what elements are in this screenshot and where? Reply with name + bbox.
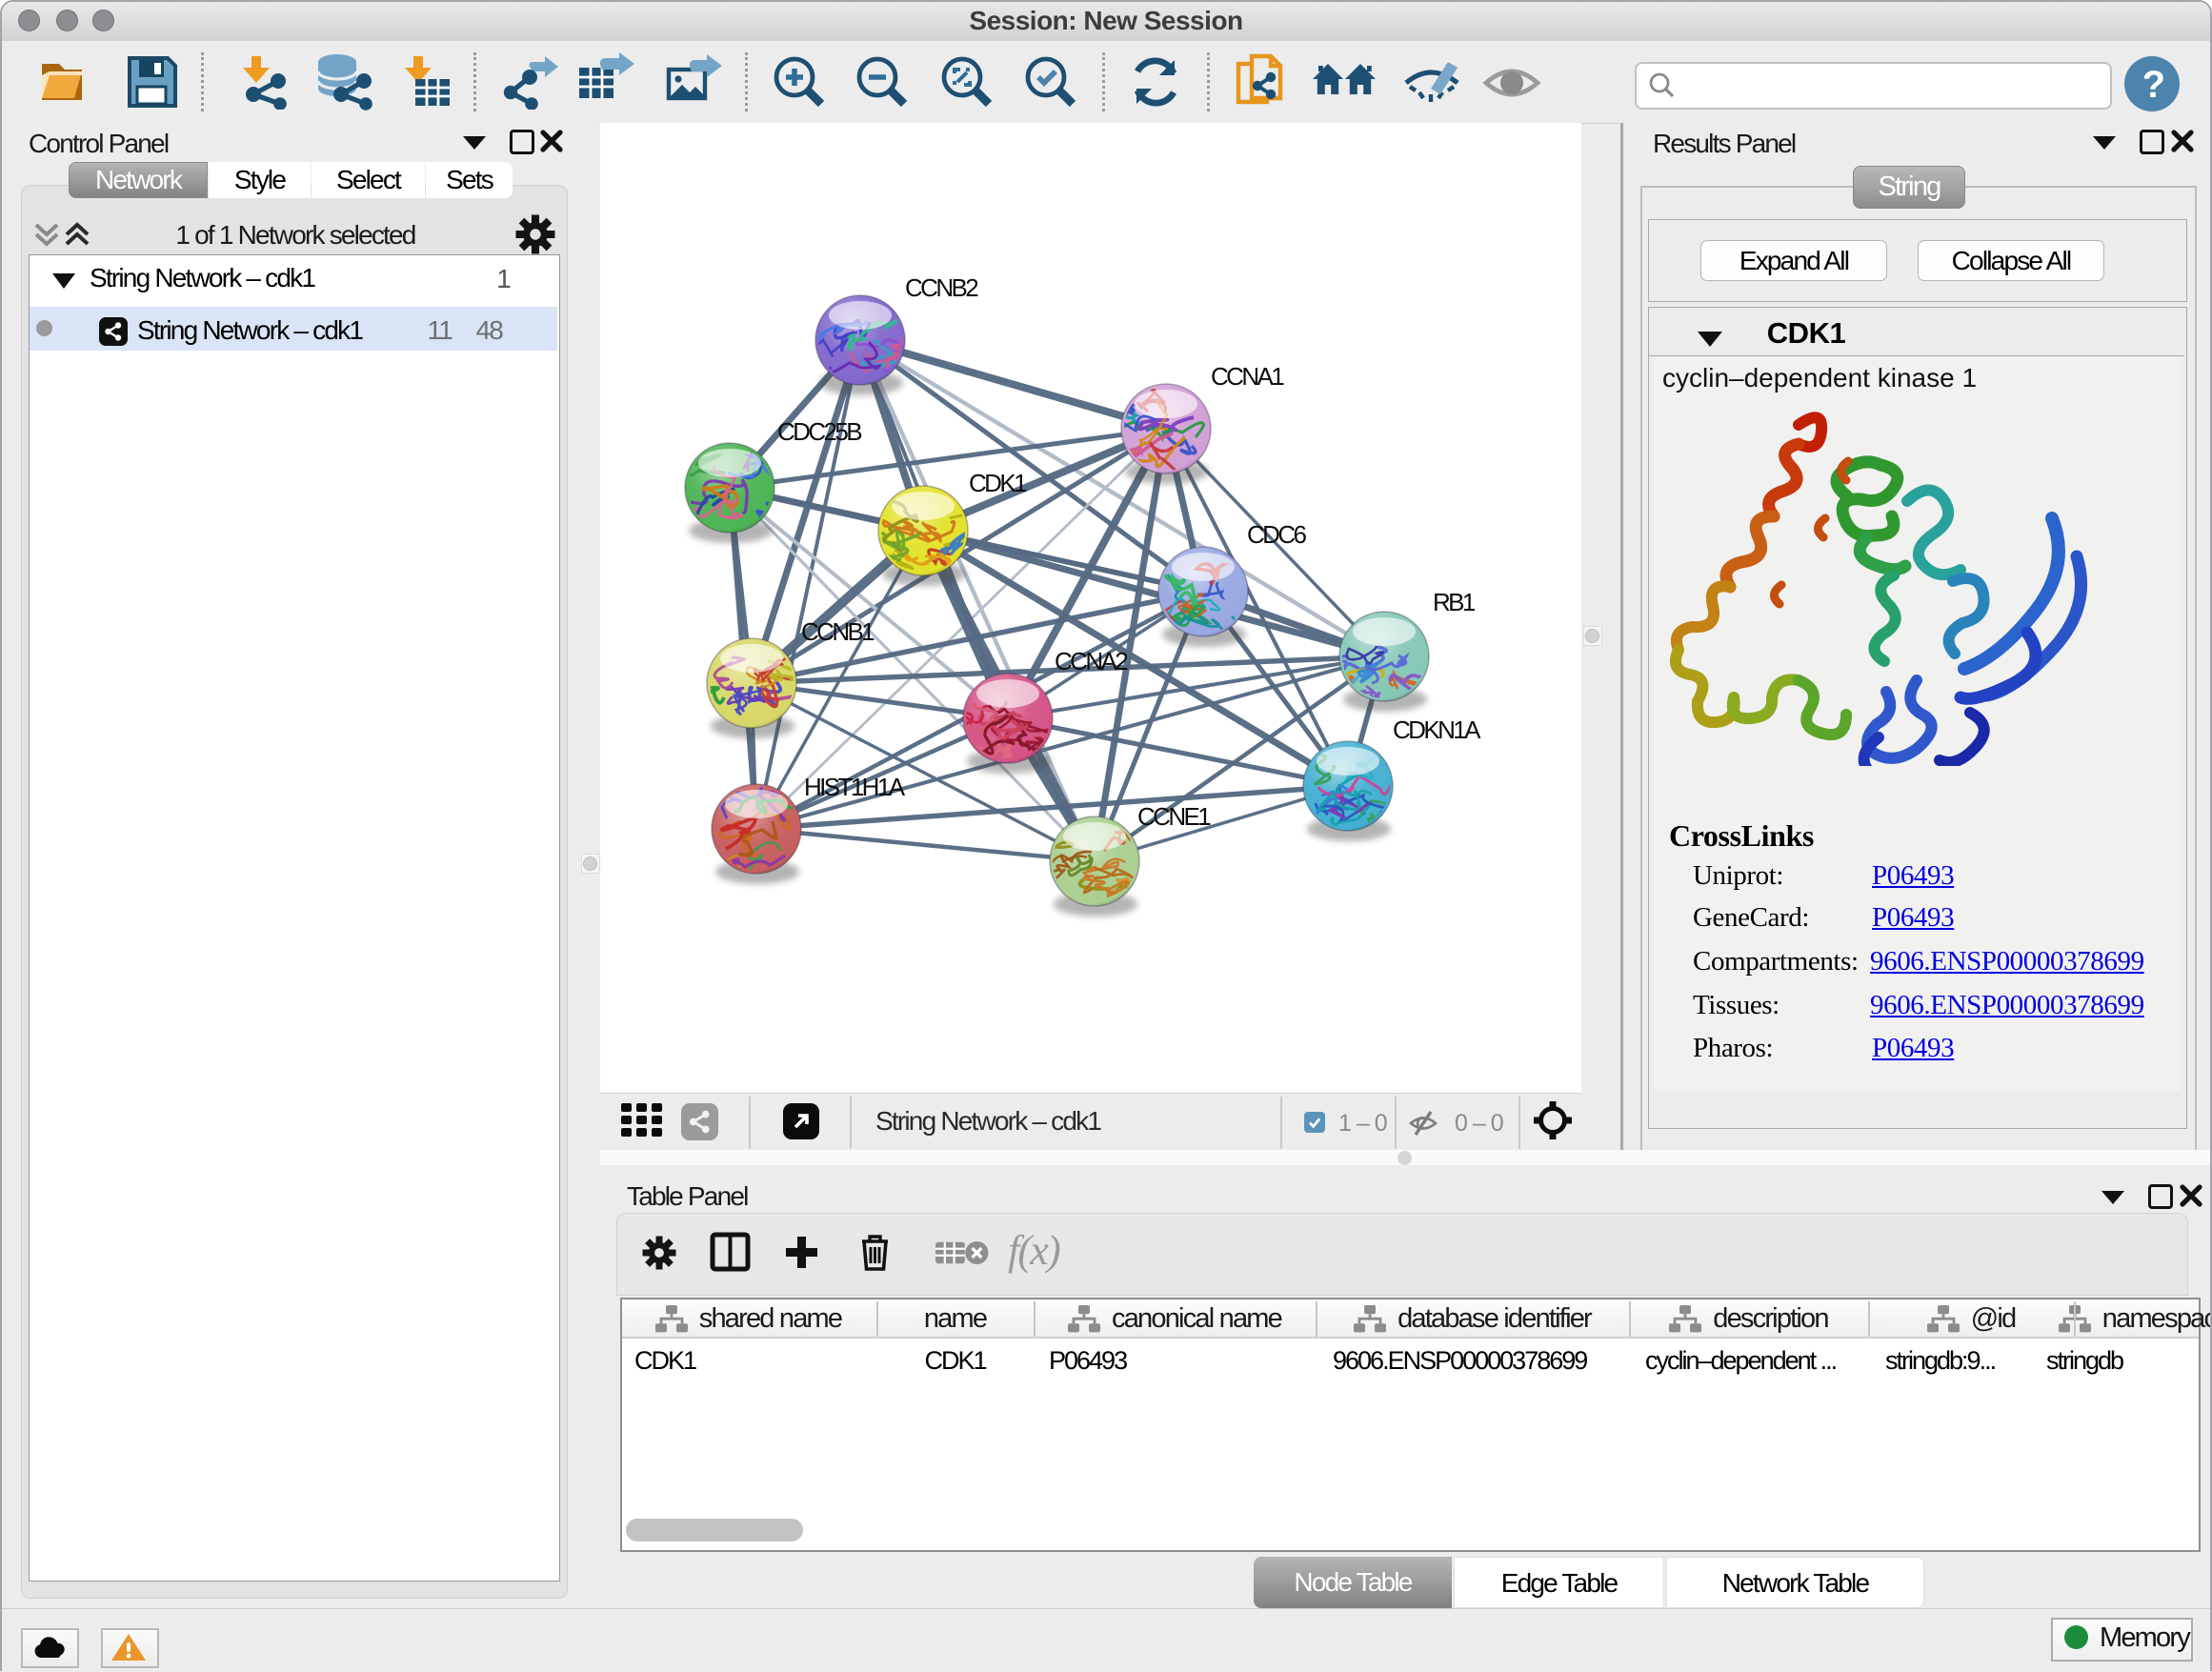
svg-text:RB1: RB1 <box>1433 588 1476 616</box>
svg-text:CCNA2: CCNA2 <box>1055 647 1128 675</box>
svg-text:CDC25B: CDC25B <box>777 417 861 446</box>
svg-text:CCNB1: CCNB1 <box>801 617 875 646</box>
svg-text:CCNE1: CCNE1 <box>1137 802 1211 831</box>
svg-text:?: ? <box>2142 64 2164 106</box>
svg-text:CDC6: CDC6 <box>1247 520 1307 549</box>
svg-text:CCNB2: CCNB2 <box>905 273 978 302</box>
svg-text:HIST1H1A: HIST1H1A <box>804 773 906 801</box>
svg-text:CDKN1A: CDKN1A <box>1393 715 1481 744</box>
svg-text:CDK1: CDK1 <box>969 469 1027 497</box>
svg-text:CCNA1: CCNA1 <box>1211 362 1284 391</box>
